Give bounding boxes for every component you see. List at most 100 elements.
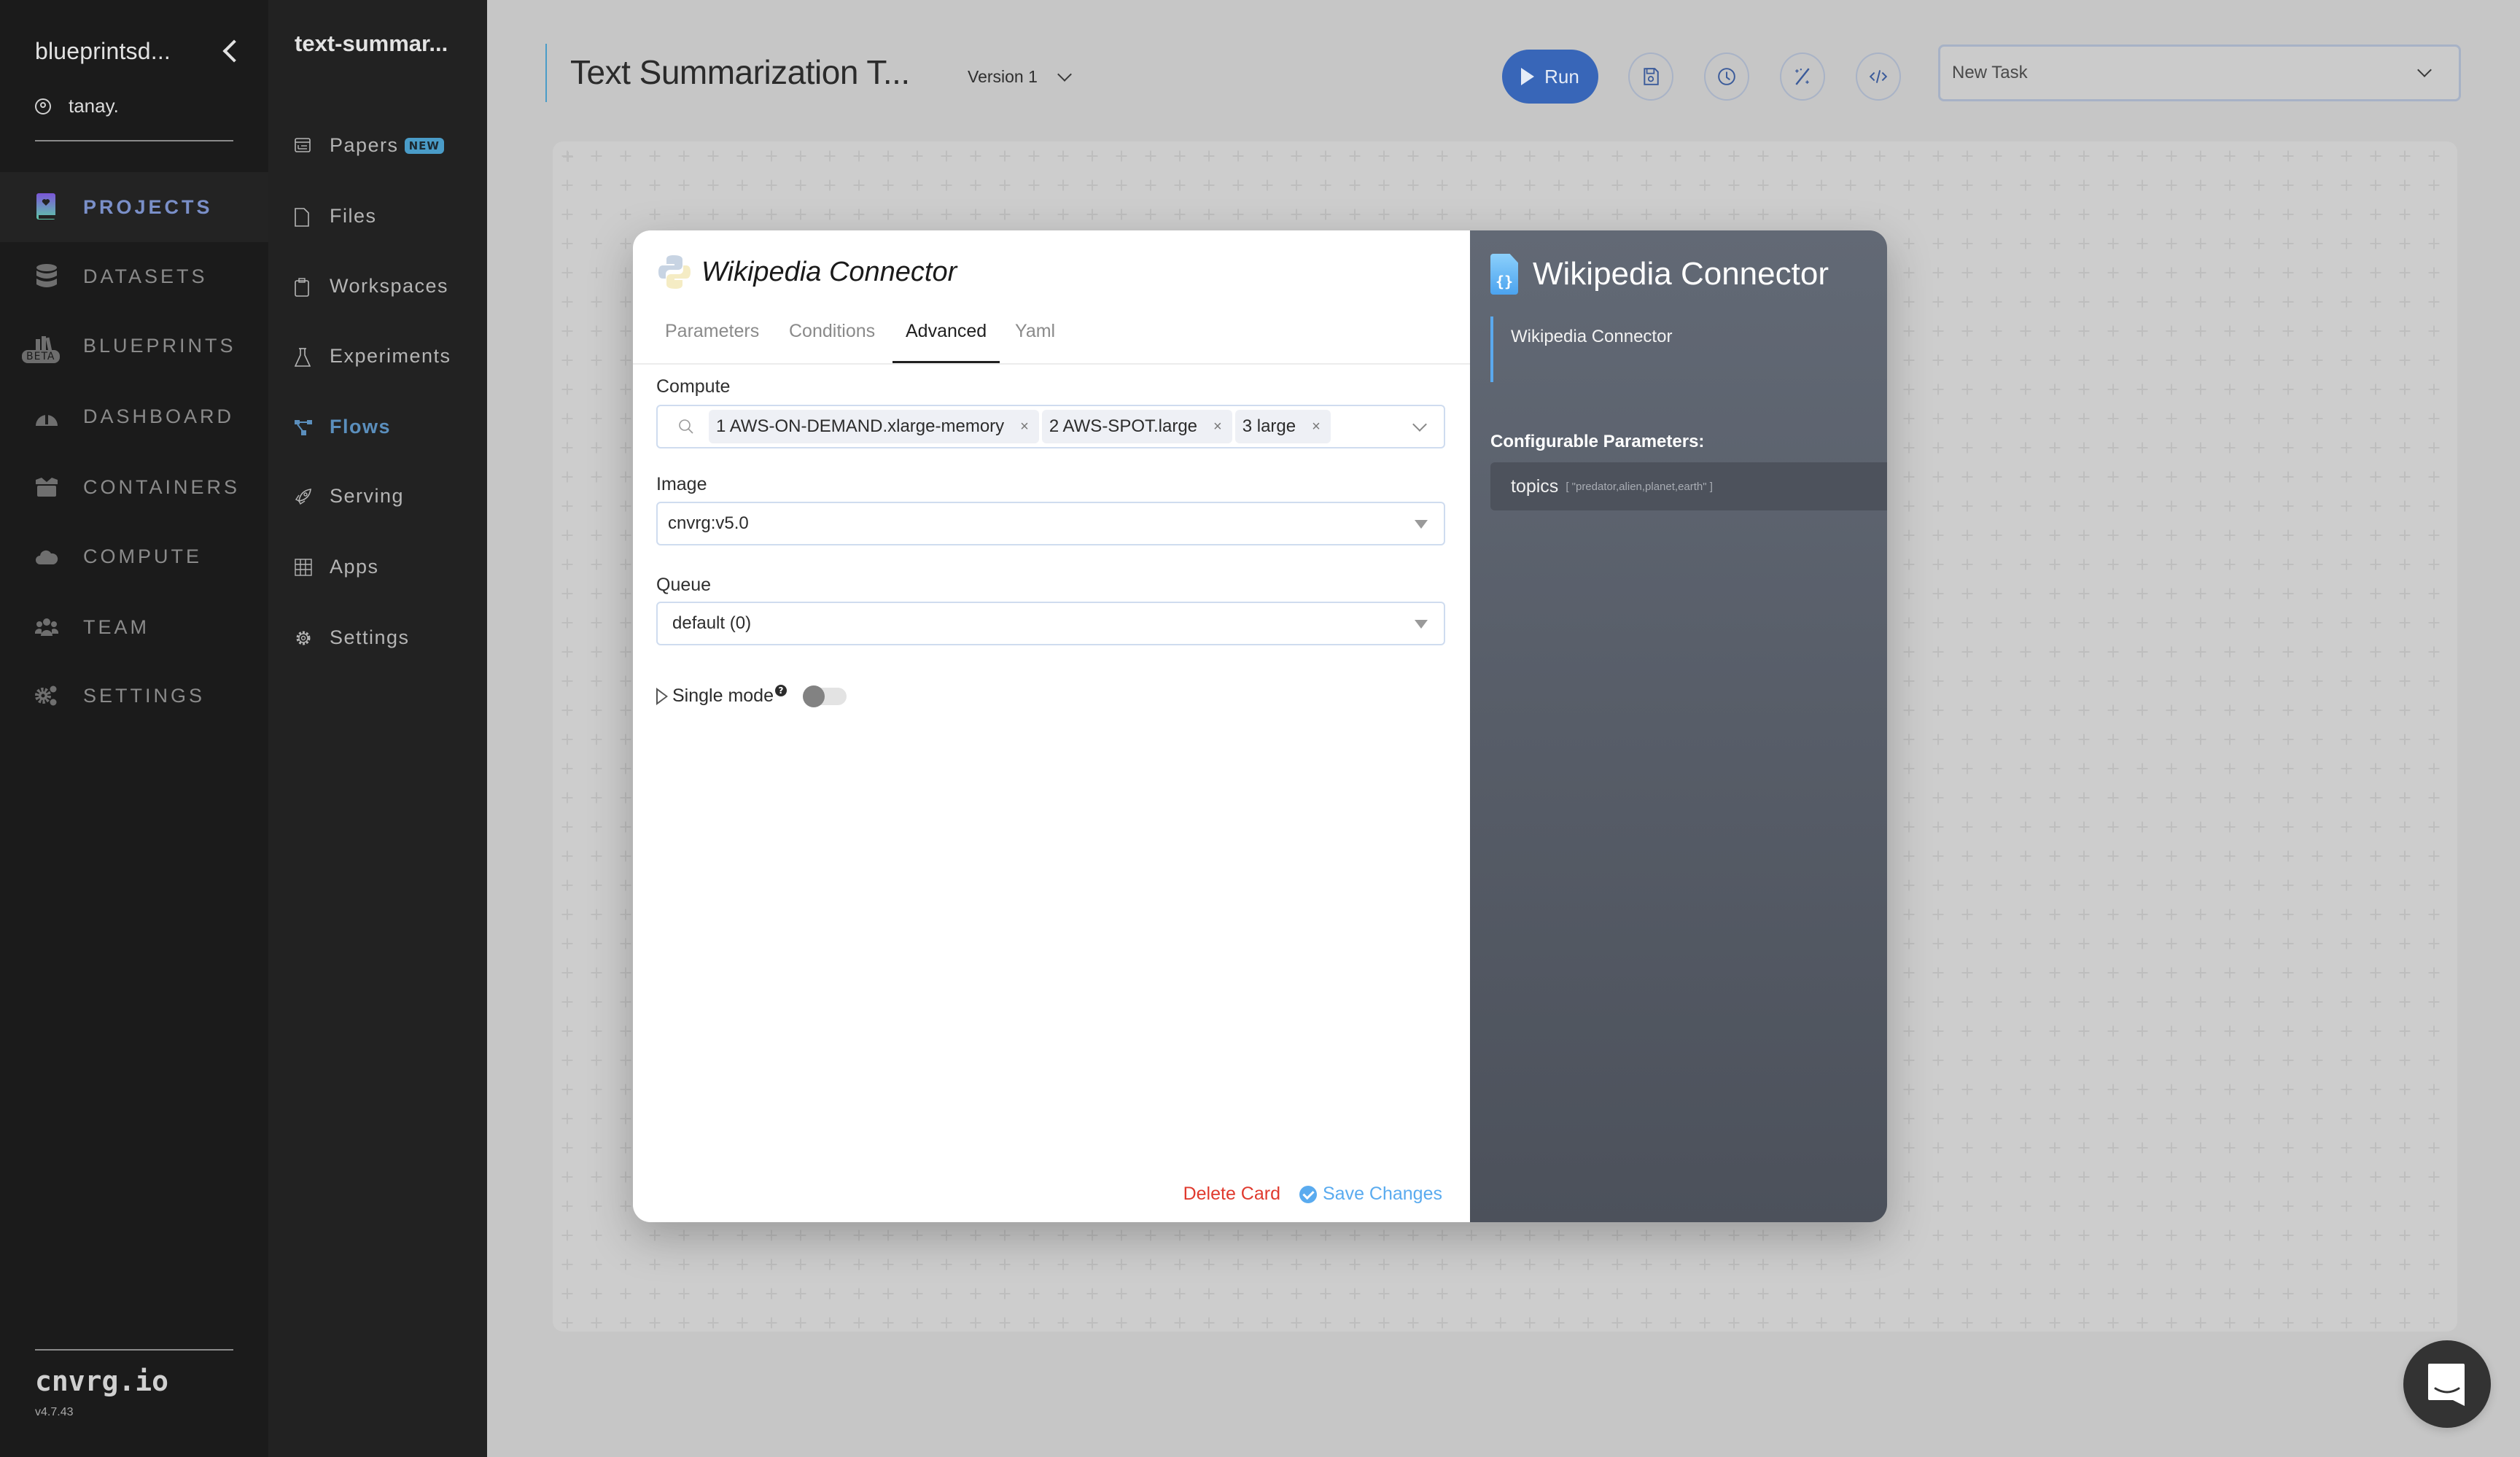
sidebar-item-label: DATASETS <box>83 265 208 287</box>
chip-label: 2 AWS-SPOT.large <box>1049 416 1198 436</box>
project-nav-flows[interactable]: Flows <box>295 416 391 438</box>
card-title: Wikipedia Connector <box>701 256 957 287</box>
image-label: Image <box>656 474 707 494</box>
python-logo-icon <box>658 254 691 290</box>
tab-advanced[interactable]: Advanced <box>892 321 1000 363</box>
grid-icon <box>295 558 312 576</box>
remove-chip-icon[interactable]: × <box>1213 419 1222 435</box>
run-label: Run <box>1544 65 1579 88</box>
param-value: [ "predator,alien,planet,earth" ] <box>1566 480 1713 493</box>
version-select[interactable]: Version 1 <box>968 66 1072 87</box>
sidebar-item-compute[interactable]: COMPUTE <box>0 521 268 591</box>
check-circle-icon <box>1299 1185 1317 1203</box>
save-flow-button[interactable] <box>1628 53 1673 101</box>
cloud-icon <box>35 545 58 568</box>
single-mode-toggle[interactable] <box>802 685 847 707</box>
card-header: Wikipedia Connector <box>658 254 957 290</box>
expand-triangle-icon[interactable] <box>656 687 668 705</box>
sidebar-item-containers[interactable]: CONTAINERS <box>0 452 268 522</box>
projects-book-icon <box>35 193 58 219</box>
clipboard-icon <box>295 277 311 297</box>
sidebar-item-blueprints[interactable]: BETA BLUEPRINTS <box>0 311 268 381</box>
project-nav-settings[interactable]: Settings <box>295 626 410 649</box>
save-icon <box>1644 68 1659 85</box>
caret-down-icon <box>1415 520 1428 529</box>
save-changes-label: Save Changes <box>1322 1184 1442 1204</box>
flows-icon <box>295 419 312 436</box>
code-icon <box>1869 70 1888 83</box>
card-actions: Delete Card Save Changes <box>1183 1184 1442 1205</box>
project-nav-label: Experiments <box>330 345 451 367</box>
chat-support-button[interactable] <box>2403 1340 2491 1428</box>
tab-parameters[interactable]: Parameters <box>665 321 759 363</box>
title-accent-line <box>545 44 547 102</box>
project-nav-workspaces[interactable]: Workspaces <box>295 275 448 298</box>
org-name: blueprintsd... <box>35 38 171 64</box>
sidebar-item-team[interactable]: TEAM <box>0 592 268 662</box>
tab-conditions[interactable]: Conditions <box>789 321 875 363</box>
compute-chip: 1 AWS-ON-DEMAND.xlarge-memory × <box>709 410 1039 443</box>
project-nav-papers[interactable]: Papers NEW <box>295 134 444 157</box>
delete-card-button[interactable]: Delete Card <box>1183 1184 1280 1205</box>
info-header: {} Wikipedia Connector <box>1490 254 1829 295</box>
param-name: topics <box>1511 475 1559 497</box>
help-icon[interactable]: ? <box>774 684 787 696</box>
project-nav-experiments[interactable]: Experiments <box>294 345 451 368</box>
sidebar-item-datasets[interactable]: DATASETS <box>0 241 268 311</box>
sidebar-item-settings[interactable]: SETTINGS <box>0 661 268 731</box>
magic-wand-button[interactable] <box>1780 53 1825 101</box>
single-mode-row: Single mode ? <box>656 684 847 707</box>
project-nav-label: Flows <box>330 416 392 438</box>
card-info-panel: {} Wikipedia Connector Wikipedia Connect… <box>1470 230 1887 1222</box>
sidebar-item-projects[interactable]: PROJECTS <box>0 172 268 242</box>
run-button[interactable]: Run <box>1502 50 1598 104</box>
compute-chip: 2 AWS-SPOT.large × <box>1041 410 1232 443</box>
beta-badge: BETA <box>22 350 60 363</box>
brand-logo: cnvrg.io <box>35 1365 169 1397</box>
queue-label: Queue <box>656 575 712 595</box>
user-menu[interactable]: tanay. <box>35 95 119 117</box>
project-name: text-summar... <box>295 31 448 56</box>
sidebar-item-dashboard[interactable]: DASHBOARD <box>0 381 268 451</box>
card-tabs: Parameters Conditions Advanced Yaml <box>633 311 1470 365</box>
project-nav-label: Settings <box>330 626 410 648</box>
project-nav-panel: text-summar... Papers NEW Files Workspac… <box>268 0 487 1457</box>
papers-icon <box>295 137 311 155</box>
sidebar-item-label: BLUEPRINTS <box>83 334 236 357</box>
project-nav-apps[interactable]: Apps <box>295 556 379 578</box>
compute-multiselect[interactable]: 1 AWS-ON-DEMAND.xlarge-memory × 2 AWS-SP… <box>656 405 1445 448</box>
version-label: Version 1 <box>968 67 1038 86</box>
image-select[interactable]: cnvrg:v5.0 <box>656 502 1445 545</box>
play-icon <box>1521 68 1535 85</box>
project-nav-label: Serving <box>330 485 405 507</box>
project-nav-serving[interactable]: Serving <box>295 485 404 508</box>
chevron-down-icon <box>1057 66 1072 82</box>
remove-chip-icon[interactable]: × <box>1020 419 1029 435</box>
flow-title[interactable]: Text Summarization T... <box>570 53 910 92</box>
image-select-value: cnvrg:v5.0 <box>668 513 749 533</box>
history-button[interactable] <box>1704 53 1749 101</box>
gear-icon <box>295 629 311 647</box>
compute-chip: 3 large × <box>1234 410 1331 443</box>
database-icon <box>35 264 58 288</box>
info-title: Wikipedia Connector <box>1533 256 1829 292</box>
configurable-params-label: Configurable Parameters: <box>1490 432 1705 451</box>
org-switcher[interactable]: blueprintsd... <box>35 38 239 65</box>
queue-select[interactable]: default (0) <box>656 602 1445 645</box>
sidebar-item-label: DASHBOARD <box>83 405 235 427</box>
project-nav-files[interactable]: Files <box>295 205 377 228</box>
save-changes-button[interactable]: Save Changes <box>1299 1184 1442 1205</box>
app-version: v4.7.43 <box>35 1406 74 1418</box>
remove-chip-icon[interactable]: × <box>1312 419 1321 435</box>
sidebar-item-label: PROJECTS <box>83 195 213 218</box>
team-icon <box>35 615 58 639</box>
magic-wand-icon <box>1795 68 1810 85</box>
collapse-sidebar-chevron-icon[interactable] <box>219 39 239 65</box>
sidebar-item-label: COMPUTE <box>83 545 202 567</box>
task-select[interactable]: New Task <box>1938 44 2461 101</box>
sidebar-item-label: CONTAINERS <box>83 475 241 498</box>
user-name: tanay. <box>69 95 119 117</box>
tab-yaml[interactable]: Yaml <box>1015 321 1055 363</box>
code-view-button[interactable] <box>1856 53 1901 101</box>
caret-down-icon <box>1415 620 1428 629</box>
